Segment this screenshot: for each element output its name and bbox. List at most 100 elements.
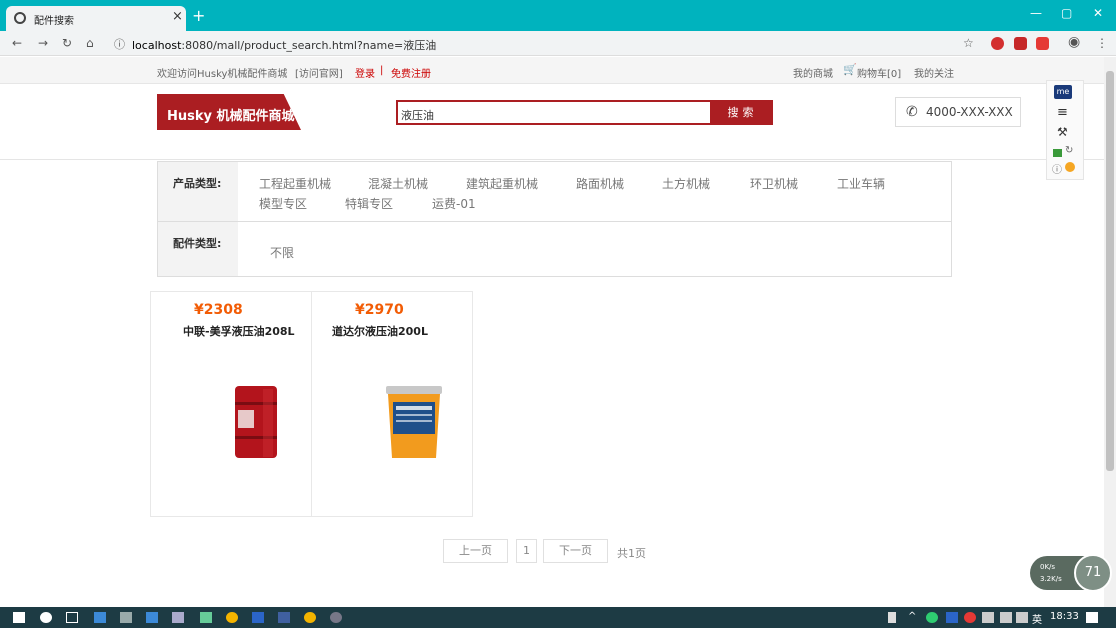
people-icon[interactable]: [888, 612, 896, 623]
info-icon[interactable]: ⓘ: [114, 36, 125, 52]
category-link[interactable]: 路面机械: [576, 175, 624, 192]
category-link[interactable]: 工程起重机械: [259, 175, 331, 192]
product-name[interactable]: 道达尔液压油200L: [332, 323, 428, 339]
forward-icon[interactable]: →: [38, 36, 48, 50]
tab-title: 配件搜索: [34, 16, 74, 27]
product-card[interactable]: ¥2970 道达尔液压油200L: [311, 291, 473, 517]
memory-percent: 71: [1074, 554, 1112, 592]
hamburger-menu-icon[interactable]: ≡: [1057, 105, 1068, 120]
next-page-button[interactable]: 下一页: [543, 539, 608, 563]
menu-dots-icon[interactable]: ⋮: [1096, 36, 1108, 50]
windows-start-icon[interactable]: [13, 612, 25, 623]
cortana-icon[interactable]: [40, 612, 52, 623]
bookmark-star-icon[interactable]: ☆: [963, 36, 974, 50]
home-icon[interactable]: ⌂: [86, 36, 94, 50]
refresh-icon[interactable]: ↻: [1065, 145, 1073, 156]
wechat-icon[interactable]: [926, 612, 938, 623]
category-link[interactable]: 建筑起重机械: [466, 175, 538, 192]
taskbar-app-icon[interactable]: [200, 612, 212, 623]
ime-indicator[interactable]: 英: [1032, 611, 1042, 626]
phone-number: 4000-XXX-XXX: [926, 105, 1013, 119]
my-mall-link[interactable]: 我的商城: [793, 65, 833, 80]
my-follow-link[interactable]: 我的关注: [914, 65, 954, 80]
search-input[interactable]: 液压油: [396, 100, 712, 125]
network-speed-widget[interactable]: 0K/s 3.2K/s 71: [1030, 554, 1112, 592]
word-icon[interactable]: [252, 612, 264, 623]
category-link[interactable]: 模型专区: [259, 195, 307, 212]
taskbar-app-icon[interactable]: [330, 612, 342, 623]
notification-icon[interactable]: [1086, 612, 1098, 623]
product-card[interactable]: ¥2308 中联-美孚液压油208L: [150, 291, 312, 517]
site-topbar: 欢迎访问Husky机械配件商城 [访问官网] 登录 | 免费注册 我的商城 🛒 …: [0, 57, 1104, 84]
category-link[interactable]: 特辑专区: [345, 195, 393, 212]
green-extension-icon[interactable]: [1053, 149, 1062, 157]
tray-app-icon[interactable]: [946, 612, 958, 623]
filter-divider: [158, 221, 951, 222]
new-tab-button[interactable]: +: [192, 6, 205, 25]
globe-icon: [14, 12, 26, 24]
product-price: ¥2970: [355, 302, 404, 318]
register-link[interactable]: 免费注册: [391, 65, 431, 80]
maximize-icon[interactable]: ▢: [1061, 6, 1072, 20]
network-icon[interactable]: [1016, 612, 1028, 623]
site-logo[interactable]: Husky 机械配件商城: [157, 94, 301, 130]
back-icon[interactable]: ←: [12, 36, 22, 50]
search-icon[interactable]: [172, 612, 184, 623]
me-extension-icon[interactable]: me: [1054, 85, 1072, 99]
search-button[interactable]: 搜索: [712, 100, 773, 125]
oil-drum-image[interactable]: [233, 384, 279, 460]
alert-icon[interactable]: ⓘ: [1052, 161, 1062, 176]
part-type-value[interactable]: 不限: [270, 244, 294, 261]
eye-icon[interactable]: [1065, 162, 1075, 172]
taskbar-app-icon[interactable]: [226, 612, 238, 623]
browser-tab-bar: 配件搜索 × + — ▢ ✕: [0, 0, 1116, 31]
category-link[interactable]: 工业车辆: [837, 175, 885, 192]
cart-link[interactable]: 购物车[0]: [857, 65, 901, 80]
battery-icon[interactable]: [982, 612, 994, 623]
url-field[interactable]: ⓘ localhost:8080/mall/product_search.htm…: [108, 33, 948, 54]
scrollbar-thumb[interactable]: [1106, 71, 1114, 471]
clock[interactable]: 18:33: [1050, 611, 1079, 622]
page-scrollbar[interactable]: [1104, 57, 1116, 607]
tab-close-button[interactable]: ×: [172, 9, 183, 24]
category-link[interactable]: 运费-01: [432, 195, 476, 212]
url-text: localhost:8080/mall/product_search.html?…: [132, 39, 437, 52]
category-link[interactable]: 环卫机械: [750, 175, 798, 192]
product-price: ¥2308: [194, 302, 243, 318]
minimize-icon[interactable]: —: [1030, 6, 1042, 20]
header-divider: [0, 159, 1104, 160]
category-link[interactable]: 土方机械: [662, 175, 710, 192]
phone-box: ✆ 4000-XXX-XXX: [895, 97, 1021, 127]
visit-site-link[interactable]: [访问官网]: [295, 65, 343, 80]
prev-page-button[interactable]: 上一页: [443, 539, 508, 563]
chrome-icon[interactable]: [304, 612, 316, 623]
close-window-icon[interactable]: ✕: [1093, 6, 1103, 20]
download-speed: 0K/s: [1040, 563, 1056, 571]
welcome-text: 欢迎访问Husky机械配件商城: [157, 69, 288, 80]
topbar-separator: |: [380, 65, 384, 76]
tray-app-icon[interactable]: [964, 612, 976, 623]
reload-icon[interactable]: ↻: [62, 36, 72, 50]
task-view-icon[interactable]: [66, 612, 78, 623]
extension-icon[interactable]: [1014, 37, 1027, 50]
product-type-label: 产品类型:: [158, 162, 238, 221]
address-bar: ← → ↻ ⌂ ⓘ localhost:8080/mall/product_se…: [0, 31, 1116, 56]
profile-icon[interactable]: ◉: [1068, 34, 1080, 50]
page-number-button[interactable]: 1: [516, 539, 537, 563]
total-pages: 共1页: [617, 547, 646, 560]
volume-icon[interactable]: [1000, 612, 1012, 623]
taskbar-app-icon[interactable]: [278, 612, 290, 623]
taskbar-app-icon[interactable]: [120, 612, 132, 623]
browser-tab[interactable]: 配件搜索 ×: [6, 6, 186, 31]
category-link[interactable]: 混凝土机械: [368, 175, 428, 192]
oil-bucket-image[interactable]: [384, 386, 444, 460]
file-explorer-icon[interactable]: [94, 612, 106, 623]
tray-chevron-icon[interactable]: ^: [908, 611, 916, 622]
pdf-extension-icon[interactable]: [1036, 37, 1049, 50]
magic-wand-icon[interactable]: ⚒: [1057, 125, 1068, 139]
taskbar-app-icon[interactable]: [146, 612, 158, 623]
login-link[interactable]: 登录: [355, 65, 375, 80]
abp-extension-icon[interactable]: [991, 37, 1004, 50]
product-name[interactable]: 中联-美孚液压油208L: [183, 323, 295, 339]
cart-icon: 🛒: [843, 63, 857, 76]
